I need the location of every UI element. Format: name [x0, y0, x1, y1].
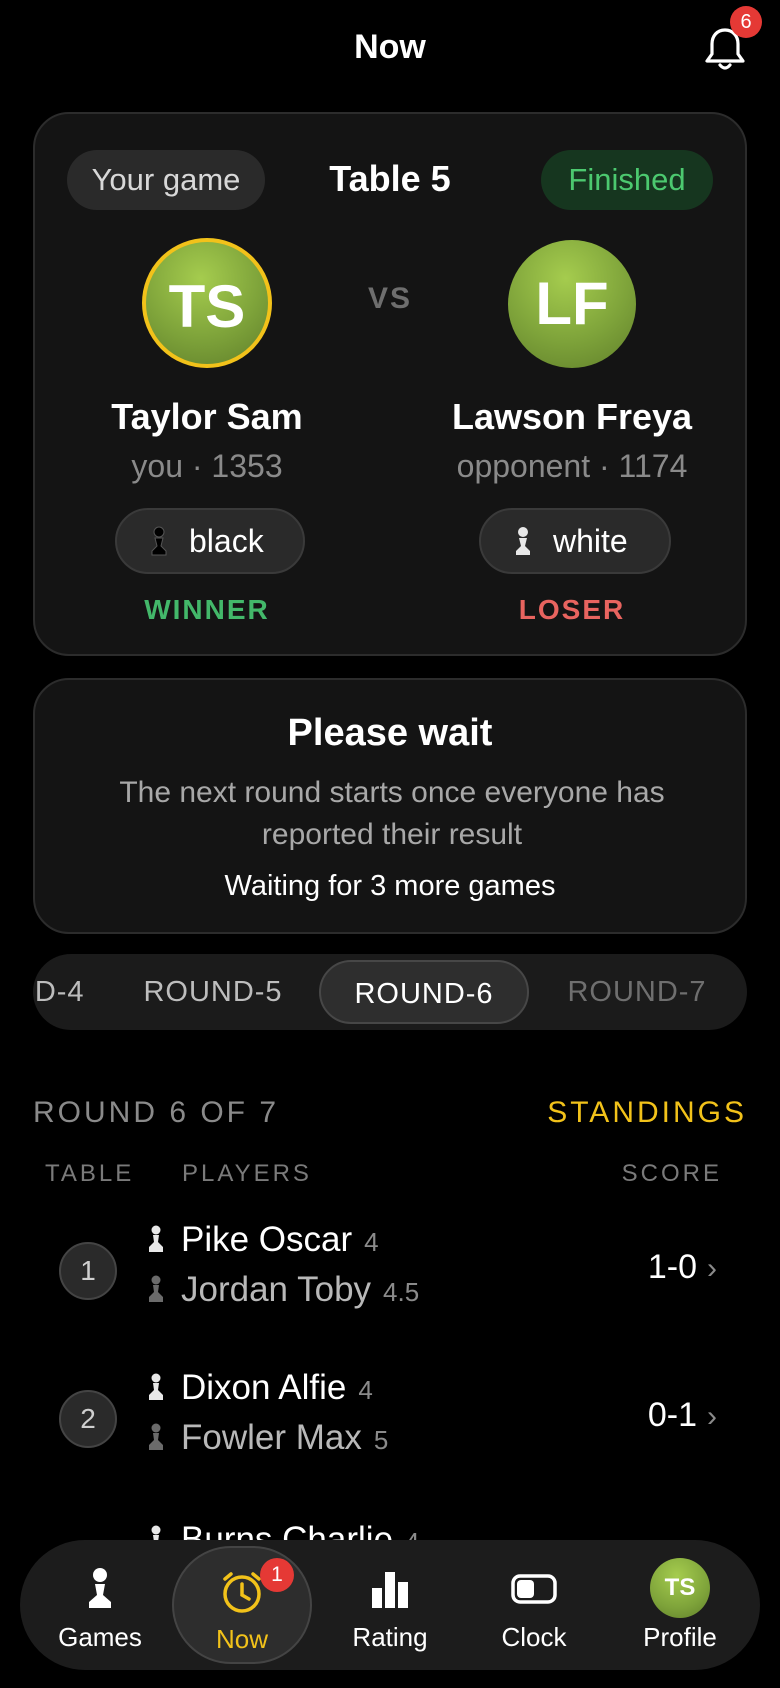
tab-round-7[interactable]: ROUND-7 — [537, 954, 737, 1030]
player-name: Fowler Max — [181, 1418, 362, 1457]
opponent-name: Lawson Freya — [451, 396, 693, 437]
round-label: ROUND 6 OF 7 — [33, 1096, 280, 1129]
wait-title: Please wait — [287, 712, 493, 754]
game-score: 0-1 › — [648, 1396, 717, 1435]
player-rating: you · 1353 — [131, 448, 283, 484]
white-player: Dixon Alfie 4 — [145, 1368, 373, 1408]
player-color-pill: black — [115, 508, 305, 574]
player-name: Pike Oscar — [181, 1220, 353, 1259]
player-name: Dixon Alfie — [181, 1368, 347, 1407]
nav-badge: 1 — [260, 1558, 294, 1592]
nav-label: Clock — [501, 1622, 567, 1652]
player-points: 4 — [358, 1375, 373, 1405]
bar-chart-icon — [372, 1572, 408, 1608]
opponent-color-label: white — [553, 523, 628, 559]
avatar: TS — [650, 1558, 710, 1618]
wait-description: The next round starts once everyone has … — [119, 776, 665, 851]
tab-round-6[interactable]: ROUND-6 — [319, 960, 529, 1024]
player-points: 4 — [364, 1227, 379, 1257]
nav-profile[interactable]: TS Profile — [610, 1540, 750, 1670]
white-pawn-icon — [149, 1373, 163, 1400]
nav-label: Now — [215, 1624, 268, 1654]
opponent-avatar: LF — [508, 240, 636, 368]
bottom-nav: Games Now 1 Rating Clock TS Profile — [20, 1540, 760, 1670]
white-pawn-icon — [149, 1225, 163, 1252]
player-color-label: black — [189, 523, 264, 559]
chess-clock-icon — [511, 1574, 557, 1604]
black-player: Jordan Toby 4.5 — [145, 1270, 419, 1310]
standings-link[interactable]: STANDINGS — [547, 1096, 747, 1130]
notification-badge: 6 — [730, 6, 762, 38]
white-player: Pike Oscar 4 — [145, 1220, 379, 1260]
chevron-right-icon: › — [707, 1252, 717, 1285]
column-header-score: SCORE — [621, 1160, 722, 1187]
clock-icon — [223, 1572, 261, 1613]
player-points: 5 — [373, 1425, 389, 1455]
player-name: Taylor Sam — [111, 396, 303, 437]
black-player: Fowler Max 5 — [145, 1418, 388, 1458]
tab-round-4[interactable]: ROUND-4 — [33, 954, 115, 1030]
page-title: Now — [354, 28, 426, 66]
player-points: 4.5 — [383, 1277, 420, 1307]
nav-label: Games — [58, 1622, 142, 1652]
nav-now[interactable]: Now 1 — [172, 1546, 312, 1664]
column-header-players: PLAYERS — [182, 1160, 312, 1187]
game-score: 1-0 › — [648, 1248, 717, 1287]
table-row[interactable]: 2 Dixon Alfie 4 Fowler Max 5 0-1 › — [33, 1350, 747, 1490]
vs-label: VS — [367, 282, 413, 315]
table-row[interactable]: 1 Pike Oscar 4 Jordan Toby 4.5 1-0 › — [33, 1202, 747, 1342]
nav-rating[interactable]: Rating — [320, 1540, 460, 1670]
opponent-result: LOSER — [518, 594, 626, 625]
chevron-right-icon: › — [707, 1400, 717, 1433]
table-number: 2 — [59, 1390, 117, 1448]
white-pawn-icon — [516, 527, 530, 555]
opponent-rating: opponent · 1174 — [456, 448, 688, 484]
nav-clock[interactable]: Clock — [464, 1540, 604, 1670]
score-value: 1-0 — [647, 1248, 697, 1286]
nav-games[interactable]: Games — [30, 1540, 170, 1670]
black-pawn-icon — [151, 526, 167, 556]
score-value: 0-1 — [647, 1396, 697, 1434]
tab-round-5[interactable]: ROUND-5 — [113, 954, 313, 1030]
black-pawn-icon — [149, 1275, 163, 1302]
status-badge: Finished — [541, 150, 713, 210]
player-result: WINNER — [144, 594, 270, 625]
nav-label: Profile — [643, 1622, 717, 1652]
table-number: 1 — [59, 1242, 117, 1300]
black-pawn-icon — [149, 1423, 163, 1450]
pawn-icon — [89, 1568, 111, 1608]
nav-label: Rating — [352, 1622, 428, 1652]
player-name: Jordan Toby — [181, 1270, 372, 1309]
opponent-color-pill: white — [479, 508, 671, 574]
round-tabs: ROUND-4 ROUND-5 ROUND-6 ROUND-7 — [33, 954, 747, 1030]
waiting-count: Waiting for 3 more games — [224, 870, 556, 902]
wait-card: Please wait The next round starts once e… — [33, 678, 747, 934]
column-header-table: TABLE — [45, 1160, 135, 1187]
game-card: Your game Table 5 Finished TS VS LF Tayl… — [33, 112, 747, 656]
